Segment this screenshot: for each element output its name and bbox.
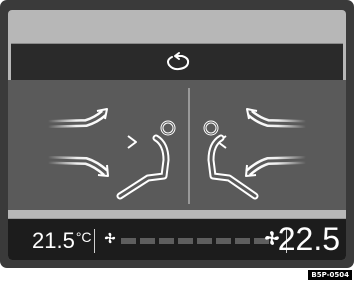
passenger-seat-icon (203, 120, 259, 200)
display-frame: 21.5°C 22.5 (0, 0, 354, 268)
airflow-arrow-icon (245, 156, 307, 177)
climate-screen: 21.5°C 22.5 B5P-0504 (0, 0, 354, 281)
left-temperature[interactable]: 21.5°C (32, 230, 92, 252)
recirculation-icon[interactable] (163, 48, 193, 76)
fan-speed-indicator[interactable] (121, 238, 269, 244)
temperature-unit: °C (75, 229, 92, 245)
right-temperature[interactable]: 22.5 (278, 223, 340, 255)
airflow-arrow-icon (246, 108, 307, 128)
fan-speed-segment (197, 238, 212, 244)
fan-speed-segment (235, 238, 250, 244)
driver-seat-icon (116, 120, 176, 200)
separator (94, 229, 95, 253)
right-airflow-arrows (217, 108, 307, 177)
image-code-label: B5P-0504 (308, 270, 352, 280)
airflow-arrow-icon (50, 135, 137, 149)
airflow-arrow-icon (217, 135, 304, 149)
climate-status-bar: 21.5°C 22.5 (8, 218, 346, 260)
left-airflow-arrows (47, 108, 137, 177)
fan-speed-segment (140, 238, 155, 244)
left-temperature-value: 21.5 (32, 228, 75, 253)
airflow-arrow-icon (47, 156, 109, 177)
fan-speed-segment (159, 238, 174, 244)
recirculation-bar (11, 43, 343, 81)
climate-panel: 21.5°C 22.5 (8, 10, 346, 260)
fan-speed-segment (178, 238, 193, 244)
airflow-arrow-icon (47, 108, 108, 128)
airflow-display (8, 80, 346, 210)
fan-speed-segment (216, 238, 231, 244)
fan-speed-segment (121, 238, 136, 244)
fan-low-icon[interactable] (104, 232, 116, 244)
